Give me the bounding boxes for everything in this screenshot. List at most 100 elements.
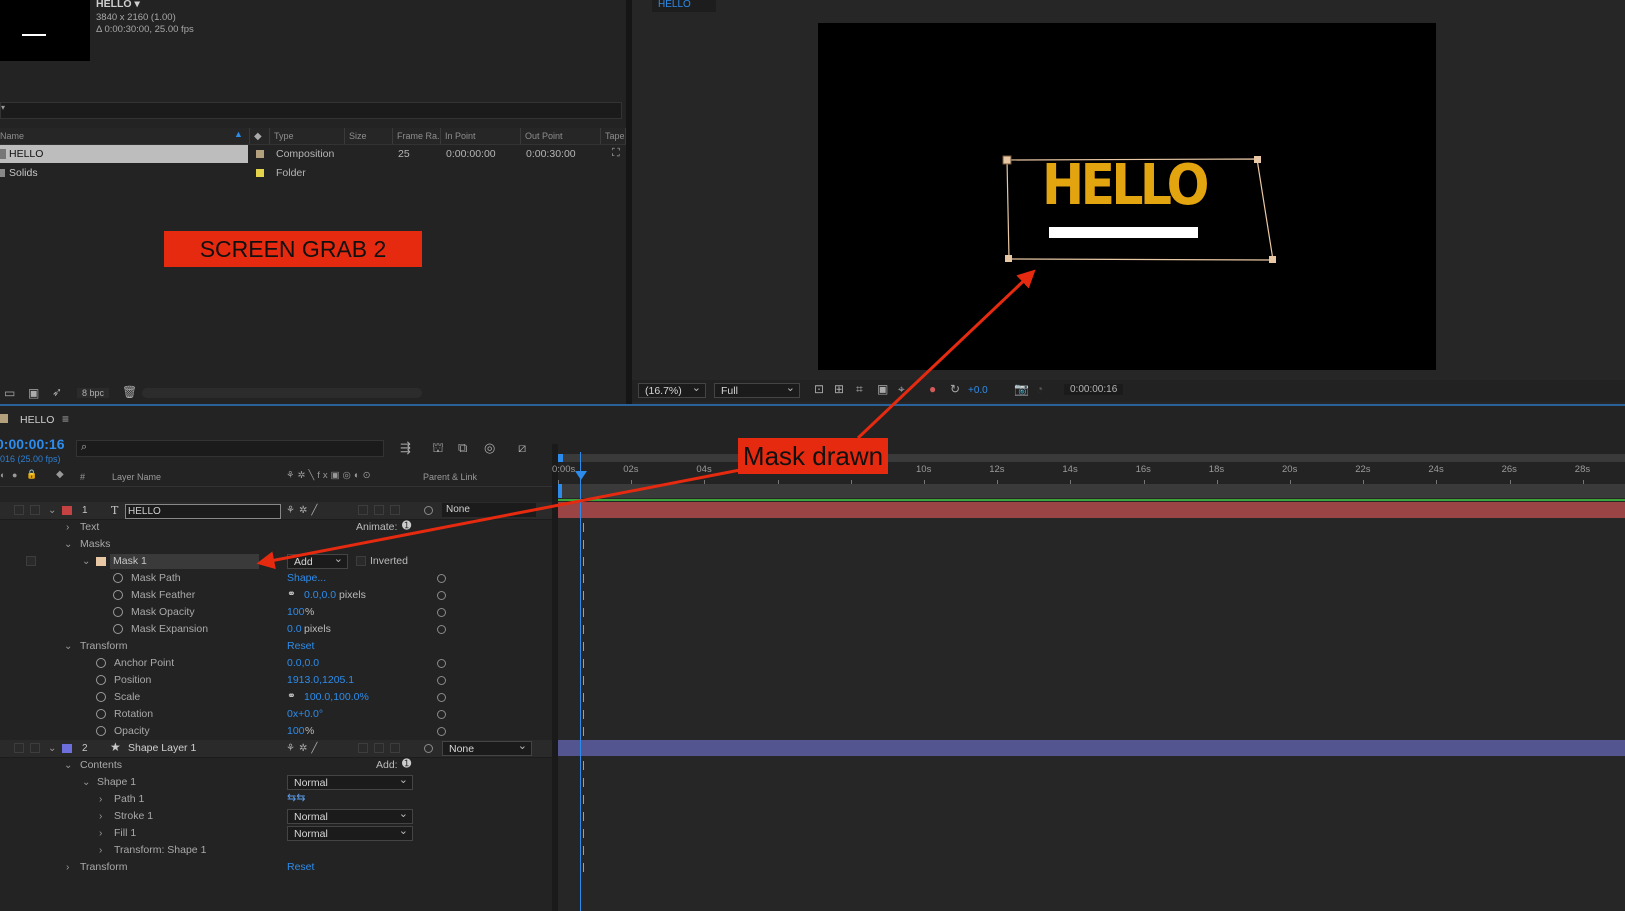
- col-label[interactable]: ◆: [250, 128, 270, 144]
- stopwatch-icon[interactable]: [96, 675, 106, 685]
- prop-anchor-point[interactable]: Anchor Point 0.0,0.0: [0, 655, 552, 672]
- prop-value[interactable]: 0x+0.0°: [287, 706, 323, 723]
- path-direction-icons[interactable]: ⇆⇆: [287, 790, 305, 807]
- expand-chevron-icon[interactable]: ⌄: [82, 553, 90, 570]
- stopwatch-icon[interactable]: [96, 658, 106, 668]
- exposure-value[interactable]: +0.0: [968, 385, 988, 396]
- col-out-point[interactable]: Out Point: [521, 128, 601, 144]
- reset-link[interactable]: Reset: [287, 859, 314, 876]
- prop-contents[interactable]: ⌄ Contents Add: ➊: [0, 757, 552, 774]
- prop-shape1[interactable]: ⌄ Shape 1 Normal: [0, 773, 552, 791]
- comp-name[interactable]: HELLO ▾: [96, 0, 140, 10]
- prop-mask1[interactable]: ⌄ Mask 1 Add Inverted: [0, 552, 552, 570]
- comp-canvas[interactable]: HELLO: [818, 23, 1436, 370]
- col-size[interactable]: Size: [345, 128, 393, 144]
- parent-dropdown[interactable]: None: [442, 739, 532, 756]
- flowchart-rocket-icon[interactable]: ➶: [52, 385, 62, 399]
- prop-mask-path[interactable]: Mask Path Shape...: [0, 570, 552, 587]
- prop-value[interactable]: Shape...: [287, 570, 326, 587]
- blend-mode-dropdown[interactable]: Normal: [287, 824, 413, 841]
- pick-whip-icon[interactable]: [437, 727, 446, 736]
- prop-value[interactable]: 100: [287, 723, 305, 740]
- layer-label-swatch[interactable]: [62, 744, 72, 753]
- pick-whip-icon[interactable]: [437, 693, 446, 702]
- col-in-point[interactable]: In Point: [441, 128, 521, 144]
- expand-chevron-icon[interactable]: ⌄: [64, 536, 72, 553]
- prop-value[interactable]: 100.0,100.0%: [304, 689, 369, 706]
- stopwatch-icon[interactable]: [113, 573, 123, 583]
- prop-rotation[interactable]: Rotation 0x+0.0°: [0, 706, 552, 723]
- zoom-dropdown[interactable]: (16.7%): [638, 381, 706, 398]
- resolution-dropdown[interactable]: Full: [714, 381, 800, 398]
- prop-stroke1[interactable]: › Stroke 1 Normal: [0, 807, 552, 825]
- prop-mask-expansion[interactable]: Mask Expansion 0.0 pixels: [0, 621, 552, 638]
- prop-fill1[interactable]: › Fill 1 Normal: [0, 824, 552, 842]
- flowchart-icon[interactable]: ⛶: [612, 147, 620, 160]
- col-type[interactable]: Type: [270, 128, 345, 144]
- expand-chevron-icon[interactable]: ⌄: [64, 757, 72, 774]
- parent-link-header[interactable]: Parent & Link: [423, 472, 477, 482]
- color-channels-icon[interactable]: ●: [929, 382, 936, 396]
- constrain-link-icon[interactable]: ⚭: [287, 688, 296, 705]
- col-frame-rate[interactable]: Frame Ra...: [393, 128, 441, 144]
- layer-row-shape-layer-1[interactable]: ⌄ 2 ★ Shape Layer 1 ⚘✲╱ None: [0, 739, 552, 758]
- video-toggle[interactable]: [14, 743, 24, 753]
- expand-chevron-icon[interactable]: ›: [66, 519, 69, 536]
- prop-value[interactable]: 100: [287, 604, 305, 621]
- expand-chevron-icon[interactable]: ›: [99, 791, 102, 808]
- expand-chevron-icon[interactable]: ⌄: [82, 774, 90, 791]
- mask-name-field[interactable]: Mask 1: [110, 554, 259, 569]
- work-area-bar[interactable]: [558, 454, 1625, 462]
- prop-scale[interactable]: Scale ⚭ 100.0,100.0%: [0, 689, 552, 706]
- layer-search-input[interactable]: ⌕: [76, 440, 384, 457]
- layer-bar-shape-layer-1[interactable]: [558, 740, 1625, 756]
- switch-box[interactable]: [358, 743, 368, 753]
- switch-box[interactable]: [390, 505, 400, 515]
- viewer-timecode[interactable]: 0:00:00:16: [1064, 384, 1124, 395]
- motion-blur-icon[interactable]: ◎: [484, 440, 495, 456]
- prop-path1[interactable]: › Path 1 ⇆⇆: [0, 791, 552, 808]
- timeline-tab-title[interactable]: HELLO: [20, 414, 54, 426]
- mask-visibility-icon[interactable]: ▣: [877, 382, 888, 396]
- interpret-footage-icon[interactable]: ▣: [28, 386, 39, 400]
- reset-exposure-icon[interactable]: ↻: [950, 382, 960, 396]
- transparency-grid-icon[interactable]: ⊞: [834, 382, 844, 396]
- show-snapshot-icon[interactable]: ◔: [1036, 382, 1043, 396]
- expand-chevron-icon[interactable]: ›: [99, 842, 102, 859]
- col-name[interactable]: Name: [0, 128, 250, 144]
- layer-label-swatch[interactable]: [62, 506, 72, 515]
- reset-link[interactable]: Reset: [287, 638, 314, 655]
- switch-box[interactable]: [358, 505, 368, 515]
- parent-dropdown[interactable]: None: [442, 503, 536, 517]
- panel-menu-icon[interactable]: ≡: [62, 412, 69, 426]
- prop-transform[interactable]: ⌄ Transform Reset: [0, 638, 552, 655]
- add-menu-icon[interactable]: ➊: [402, 756, 411, 773]
- switch-box[interactable]: [374, 743, 384, 753]
- pick-whip-icon[interactable]: [437, 676, 446, 685]
- expand-chevron-icon[interactable]: ›: [99, 808, 102, 825]
- stopwatch-icon[interactable]: [113, 624, 123, 634]
- prop-text[interactable]: › Text Animate: ➊: [0, 519, 552, 536]
- comp-mini-flowchart-icon[interactable]: ⇶: [400, 440, 411, 456]
- snapshot-icon[interactable]: 📷: [1014, 382, 1029, 396]
- switch-box[interactable]: [26, 556, 36, 566]
- pick-whip-icon[interactable]: [437, 625, 446, 634]
- layer-row-hello[interactable]: ⌄ 1 T HELLO ⚘✲╱ None: [0, 502, 552, 520]
- prop-mask-feather[interactable]: Mask Feather ⚭ 0.0,0.0 pixels: [0, 587, 552, 604]
- layer-name-header[interactable]: Layer Name: [112, 472, 161, 482]
- solo-toggle[interactable]: [30, 743, 40, 753]
- project-search-bar[interactable]: ▾: [0, 102, 622, 119]
- video-toggle[interactable]: [14, 505, 24, 515]
- solo-toggle[interactable]: [30, 505, 40, 515]
- trash-icon[interactable]: 🗑: [122, 385, 137, 399]
- item-label-swatch[interactable]: [256, 150, 264, 158]
- prop-masks[interactable]: ⌄ Masks: [0, 536, 552, 553]
- blend-mode-dropdown[interactable]: Normal: [287, 807, 413, 824]
- col-tape[interactable]: Tape: [601, 128, 626, 144]
- project-scrollbar[interactable]: [142, 388, 422, 398]
- region-of-interest-icon[interactable]: ⌗: [856, 382, 863, 397]
- guides-icon[interactable]: ⌖: [898, 382, 905, 397]
- stopwatch-icon[interactable]: [96, 709, 106, 719]
- bpc-button[interactable]: 8 bpc: [77, 388, 110, 398]
- expand-chevron-icon[interactable]: ⌄: [48, 502, 56, 519]
